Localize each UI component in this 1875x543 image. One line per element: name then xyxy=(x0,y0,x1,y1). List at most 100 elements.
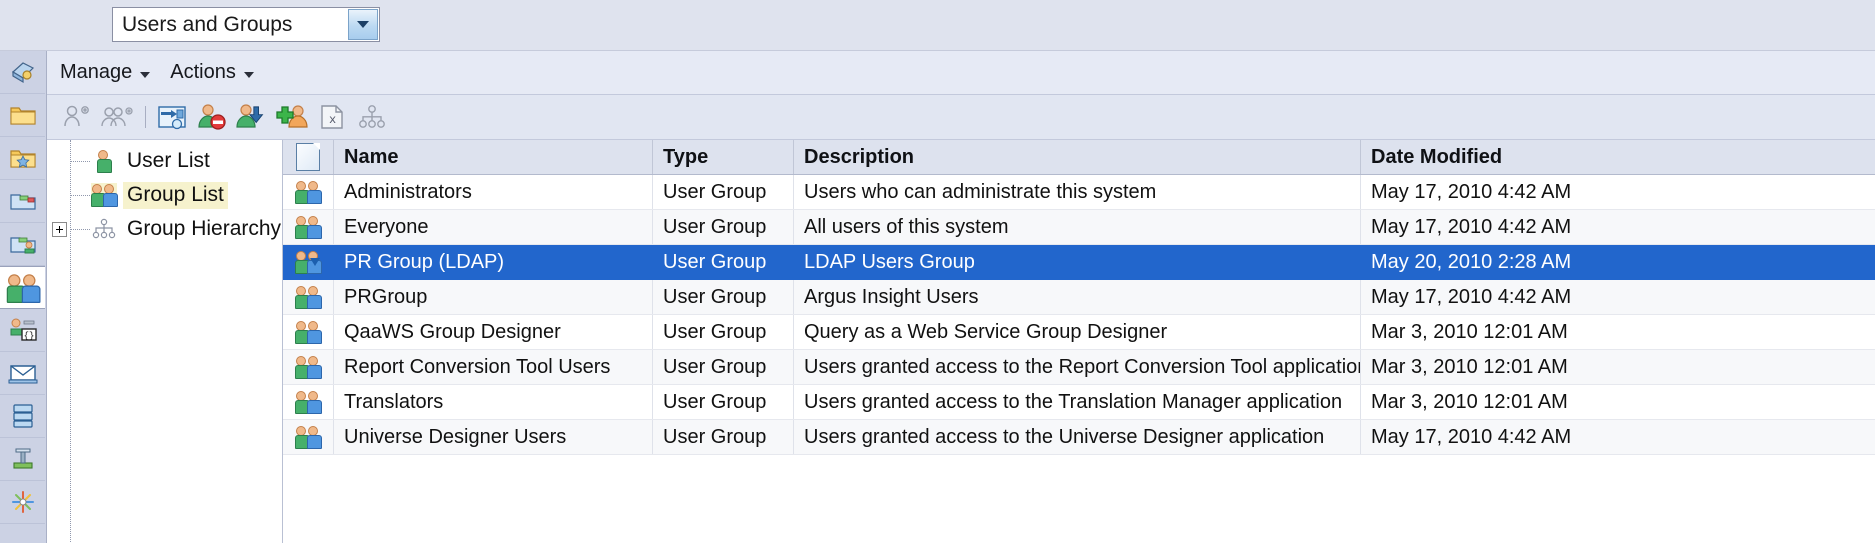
group-icon xyxy=(295,356,322,380)
menu-actions[interactable]: Actions xyxy=(170,61,254,84)
new-user-icon[interactable] xyxy=(61,101,95,133)
row-icon-cell xyxy=(283,314,334,350)
tree-connector xyxy=(71,195,90,196)
navigation-rail: {} xyxy=(0,51,47,543)
rail-item-inboxes-icon[interactable] xyxy=(0,352,45,395)
cell-date-modified: Mar 3, 2010 12:01 AM xyxy=(1360,349,1875,385)
toolbar: x xyxy=(47,95,1875,140)
cell-name: Report Conversion Tool Users xyxy=(333,349,653,385)
table-row[interactable]: Universe Designer Users User Group Users… xyxy=(283,419,1875,455)
expand-node-icon[interactable] xyxy=(52,222,67,237)
row-icon-cell xyxy=(283,384,334,420)
group-icon xyxy=(295,426,322,450)
svg-text:{}: {} xyxy=(23,331,34,341)
table-row[interactable]: Administrators User Group Users who can … xyxy=(283,174,1875,210)
chevron-down-icon xyxy=(140,71,151,78)
rail-item-applications-icon[interactable] xyxy=(0,524,45,543)
cell-type: User Group xyxy=(652,419,794,455)
rail-item-personal-folders-icon[interactable] xyxy=(0,180,45,223)
rail-item-home-icon[interactable] xyxy=(0,51,45,94)
chevron-down-icon[interactable] xyxy=(348,9,378,40)
row-icon-cell xyxy=(283,349,334,385)
group-icon xyxy=(295,181,322,205)
menu-manage[interactable]: Manage xyxy=(60,61,151,84)
cell-name: QaaWS Group Designer xyxy=(333,314,653,350)
svg-text:x: x xyxy=(329,113,336,127)
cell-date-modified: May 20, 2010 2:28 AM xyxy=(1360,244,1875,280)
cell-description: Users granted access to the Report Conve… xyxy=(793,349,1361,385)
rail-item-events-icon[interactable] xyxy=(0,438,45,481)
group-ldap-icon xyxy=(295,251,322,275)
cell-description: All users of this system xyxy=(793,209,1361,245)
rail-item-users-and-groups-icon[interactable] xyxy=(0,266,45,309)
group-icon xyxy=(295,391,322,415)
rail-item-access-levels-icon[interactable]: {} xyxy=(0,309,45,352)
row-icon-cell xyxy=(283,174,334,210)
cell-description: Query as a Web Service Group Designer xyxy=(793,314,1361,350)
rail-item-servers-icon[interactable] xyxy=(0,395,45,438)
tree-node-label: User List xyxy=(127,148,210,172)
table-header-row: Name Type Description Date Modified xyxy=(283,140,1875,175)
tree-node-group-list[interactable]: Group List xyxy=(47,178,282,212)
tree-connector xyxy=(71,161,90,162)
cell-type: User Group xyxy=(652,244,794,280)
table-body: Administrators User Group Users who can … xyxy=(283,174,1875,455)
group-hierarchy-icon[interactable] xyxy=(355,101,389,133)
new-group-icon[interactable] xyxy=(101,101,135,133)
cell-description: LDAP Users Group xyxy=(793,244,1361,280)
menu-manage-label: Manage xyxy=(60,61,133,83)
rail-item-calendars-icon[interactable] xyxy=(0,481,45,524)
cell-name: PRGroup xyxy=(333,279,653,315)
menu-bar: Manage Actions xyxy=(47,51,1875,95)
table-row[interactable]: Report Conversion Tool Users User Group … xyxy=(283,349,1875,385)
cell-date-modified: May 17, 2010 4:42 AM xyxy=(1360,174,1875,210)
table-row[interactable]: Translators User Group Users granted acc… xyxy=(283,384,1875,420)
context-selector-value: Users and Groups xyxy=(122,13,293,36)
group-icon xyxy=(91,183,118,207)
row-icon-cell xyxy=(283,419,334,455)
rail-item-categories-icon[interactable] xyxy=(0,137,45,180)
table-row[interactable]: PRGroup User Group Argus Insight Users M… xyxy=(283,279,1875,315)
table-row[interactable]: Everyone User Group All users of this sy… xyxy=(283,209,1875,245)
cell-date-modified: Mar 3, 2010 12:01 AM xyxy=(1360,314,1875,350)
column-header-type[interactable]: Type xyxy=(652,140,794,175)
cell-type: User Group xyxy=(652,279,794,315)
cell-type: User Group xyxy=(652,174,794,210)
tree-node-group-hierarchy[interactable]: Group Hierarchy xyxy=(47,212,282,246)
cell-description: Users granted access to the Translation … xyxy=(793,384,1361,420)
column-header-date-modified[interactable]: Date Modified xyxy=(1360,140,1875,175)
column-header-icon[interactable] xyxy=(283,140,334,175)
cell-description: Users who can administrate this system xyxy=(793,174,1361,210)
add-member-icon[interactable] xyxy=(275,101,309,133)
export-excel-icon[interactable]: x xyxy=(315,101,349,133)
column-header-name[interactable]: Name xyxy=(333,140,653,175)
cell-type: User Group xyxy=(652,384,794,420)
tree-connector xyxy=(71,229,90,230)
group-icon xyxy=(295,286,322,310)
table-row-selected[interactable]: PR Group (LDAP) User Group LDAP Users Gr… xyxy=(283,244,1875,280)
cell-description: Argus Insight Users xyxy=(793,279,1361,315)
add-to-group-icon[interactable] xyxy=(155,101,189,133)
delete-user-icon[interactable] xyxy=(195,101,229,133)
cell-date-modified: May 17, 2010 4:42 AM xyxy=(1360,209,1875,245)
group-icon xyxy=(295,321,322,345)
tree-node-user-list[interactable]: User List xyxy=(47,144,282,178)
cell-type: User Group xyxy=(652,209,794,245)
cell-name: Everyone xyxy=(333,209,653,245)
cell-date-modified: Mar 3, 2010 12:01 AM xyxy=(1360,384,1875,420)
context-selector-dropdown[interactable]: Users and Groups xyxy=(112,7,380,42)
cell-type: User Group xyxy=(652,314,794,350)
chevron-down-icon xyxy=(243,71,254,78)
groups-grid: Name Type Description Date Modified Admi… xyxy=(283,140,1875,455)
group-hierarchy-icon xyxy=(91,217,117,241)
cell-type: User Group xyxy=(652,349,794,385)
column-header-description[interactable]: Description xyxy=(793,140,1361,175)
table-row[interactable]: QaaWS Group Designer User Group Query as… xyxy=(283,314,1875,350)
tree-node-label: Group List xyxy=(123,181,228,209)
navigation-tree: User List Group List Group Hierarchy xyxy=(47,140,283,543)
import-user-icon[interactable] xyxy=(235,101,269,133)
rail-item-folders-icon[interactable] xyxy=(0,94,45,137)
document-icon xyxy=(296,143,320,171)
rail-item-personal-categories-icon[interactable] xyxy=(0,223,45,266)
menu-actions-label: Actions xyxy=(170,61,236,83)
